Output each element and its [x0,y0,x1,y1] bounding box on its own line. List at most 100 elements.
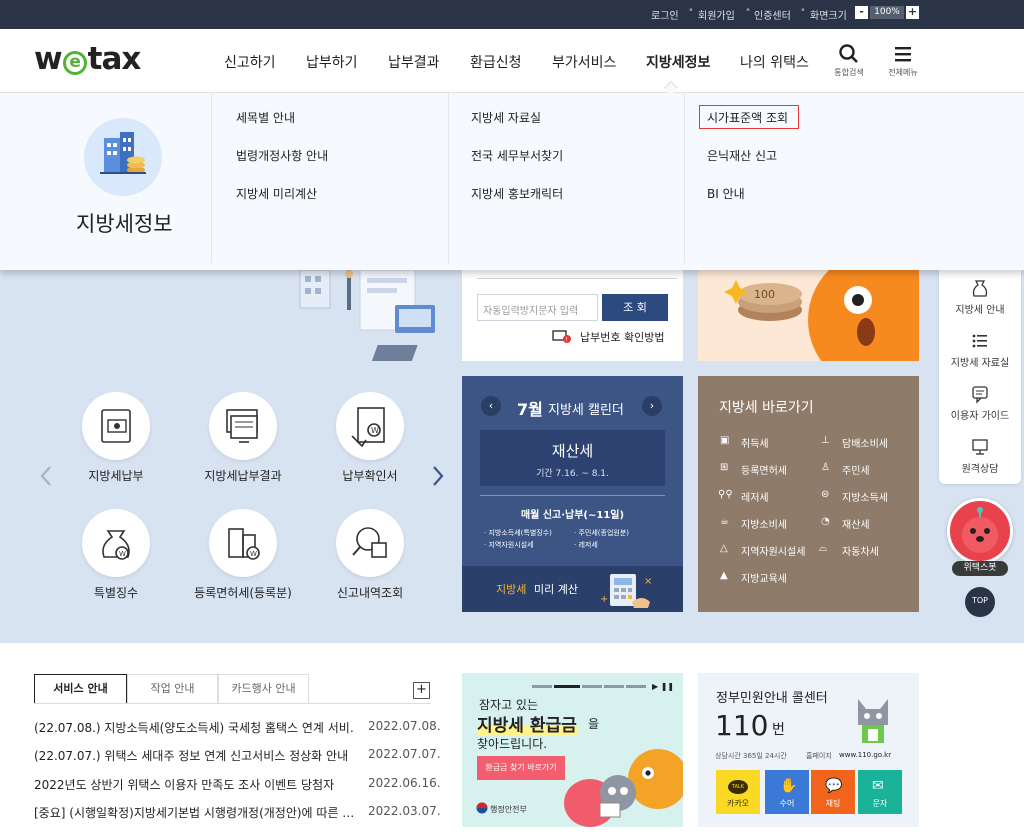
callcenter-number: 110 [715,709,769,742]
homepage-label: 홈페이지 [806,752,832,760]
nav-payment[interactable]: 납부하기 [306,52,358,72]
nav-extra-services[interactable]: 부가서비스 [552,52,616,72]
quick-remote-consult[interactable]: 원격상담 [939,437,1021,475]
consumption-tax-icon: ☕ [720,516,729,527]
tab-work-notice[interactable]: 작업 안내 [127,674,218,704]
zoom-out-button[interactable]: - [855,6,868,19]
shortcut-label: 주민세 [842,466,870,477]
scroll-top-button[interactable]: TOP [965,587,995,617]
wetax-bot-button[interactable] [947,498,1013,564]
query-button[interactable]: 조 회 [602,294,668,321]
sign-language-button[interactable]: ✋ 수어 [765,770,809,814]
quick-local-tax-guide[interactable]: 지방세 안내 [939,278,1021,316]
shortcut-label: 자동차세 [842,547,879,558]
separator: • [800,5,806,16]
monitor-icon [972,439,988,455]
menu-bi-guide[interactable]: BI 안내 [707,185,745,202]
service-tax-payment[interactable] [82,392,150,460]
wetax-logo[interactable]: w e tax [34,41,141,77]
payment-number-help-link[interactable]: 납부번호 확인방법 [580,329,664,345]
notice-title[interactable]: 2022년도 상반기 위택스 이용자 만족도 조사 이벤트 당첨자 [34,776,354,793]
menu-tax-office-finder[interactable]: 전국 세무부서찾기 [471,147,563,164]
notice-title[interactable]: (22.07.08.) 지방소득세(양도소득세) 국세청 홈택스 연계 서비… [34,719,354,736]
shortcut-label: 재산세 [842,520,870,531]
calendar-next-button[interactable]: › [642,396,662,416]
header: w e tax 신고하기 납부하기 납부결과 환급신청 부가서비스 지방세정보 나의… [0,29,1024,93]
quick-user-guide[interactable]: 이용자 가이드 [939,384,1021,422]
service-special-collection[interactable]: W [82,509,150,577]
quick-local-tax-library[interactable]: 지방세 자료실 [939,331,1021,369]
service-report-history[interactable] [336,509,404,577]
callcenter-button-label: 수어 [779,799,795,808]
prev-arrow-icon[interactable] [38,464,54,488]
service-label: 특별징수 [93,586,139,600]
all-menu-button[interactable]: 전체메뉴 [882,43,924,78]
shortcuts-title: 지방세 바로가기 [719,400,814,416]
search-icon [839,44,858,63]
menu-tax-type-guide[interactable]: 세목별 안내 [236,109,295,126]
service-label: 지방세납부결과 [204,469,282,483]
notice-title[interactable]: [중요] (시행일확정)지방세기본법 시행령개정(개정안)에 따른 … [34,804,354,821]
calendar-prev-button[interactable]: ‹ [481,396,501,416]
calculator-icon: +× [600,574,652,608]
registration-tax-icon: ⊞ [720,462,729,473]
sms-button[interactable]: ✉ 문자 [858,770,902,814]
banner-play-pause-icon[interactable]: ▶ ❚❚ [652,682,674,691]
homepage-url[interactable]: www.110.go.kr [839,751,891,759]
tax-calculator-link[interactable]: 지방세 미리 계산 + × [462,566,683,612]
svg-text:100: 100 [754,288,775,301]
callcenter-button-label: 카카오 [726,799,750,808]
tab-card-event-notice[interactable]: 카드행사 안내 [218,674,309,704]
next-arrow-icon[interactable] [430,464,446,488]
service-payment-result[interactable] [209,392,277,460]
service-payment-certificate[interactable]: W [336,392,404,460]
quick-menu: 지방세 안내 지방세 자료실 이용자 가이드 원격상담 [939,270,1021,484]
tab-service-notice[interactable]: 서비스 안내 [34,674,127,704]
mega-menu-col: 지방세 자료실 전국 세무부서찾기 지방세 홍보캐릭터 [449,93,685,263]
office-illustration [299,270,435,361]
service-label: 등록면허세(등록분) [194,586,292,600]
refund-find-button[interactable]: 환급금 찾기 바로가기 [477,756,565,780]
captcha-input[interactable]: 자동입력방지문자 입력 [477,294,598,321]
nav-report[interactable]: 신고하기 [224,52,276,72]
menu-tax-library[interactable]: 지방세 자료실 [471,109,541,126]
zoom-in-button[interactable]: + [906,6,919,19]
hamburger-icon [895,47,911,62]
money-bag-icon: W [102,530,130,560]
kakao-button[interactable]: TALK 카카오 [716,770,760,814]
search-button[interactable]: 통합검색 [828,43,870,78]
mascot-characters-illustration [564,749,683,827]
service-registration-tax[interactable]: W [209,509,277,577]
menu-tax-precalc[interactable]: 지방세 미리계산 [236,185,317,202]
login-link[interactable]: 로그인 [651,7,679,22]
banner-indicator [532,685,552,688]
notice-title[interactable]: (22.07.07.) 위택스 세대주 정보 연계 신고서비스 정상화 안내 [34,747,354,764]
input-underline [477,278,677,279]
refund-banner[interactable]: ▶ ❚❚ 잠자고 있는 지방세 환급금 을 찾아드립니다. 환급금 찾기 바로가… [462,673,683,827]
wetax-bot-label: 위택스봇 [952,561,1008,576]
chat-button[interactable]: 💬 채팅 [811,770,855,814]
search-label: 통합검색 [834,68,864,77]
building-icon: W [228,528,260,560]
nav-refund[interactable]: 환급신청 [470,52,522,72]
callcenter-unit: 번 [772,722,785,738]
tobacco-icon: ⊥ [821,435,830,446]
tab-underline [34,703,431,704]
shortcut-label: 취득세 [741,439,769,450]
cert-center-link[interactable]: 인증센터 [754,7,791,22]
join-link[interactable]: 회원가입 [698,7,735,22]
menu-law-revision[interactable]: 법령개정사항 안내 [236,147,328,164]
shortcut-label: 지방소득세 [842,493,888,504]
menu-tax-mascot[interactable]: 지방세 홍보캐릭터 [471,185,563,202]
chat-bubble-icon: 💬 [825,778,843,794]
zoom-level: 100% [870,6,904,19]
callcenter-button-label: 채팅 [825,799,841,808]
calendar-highlight-box[interactable]: 재산세 기간 7.16. ~ 8.1. [480,430,665,486]
more-notices-button[interactable]: + [413,682,430,699]
nav-local-tax-info[interactable]: 지방세정보 [646,52,710,72]
nav-payment-result[interactable]: 납부결과 [388,52,440,72]
nav-my-wetax[interactable]: 나의 위택스 [740,52,809,72]
calculator-suffix: 미리 계산 [534,583,578,596]
quick-label: 원격상담 [961,464,999,475]
menu-hidden-asset-report[interactable]: 은닉재산 신고 [707,147,777,164]
